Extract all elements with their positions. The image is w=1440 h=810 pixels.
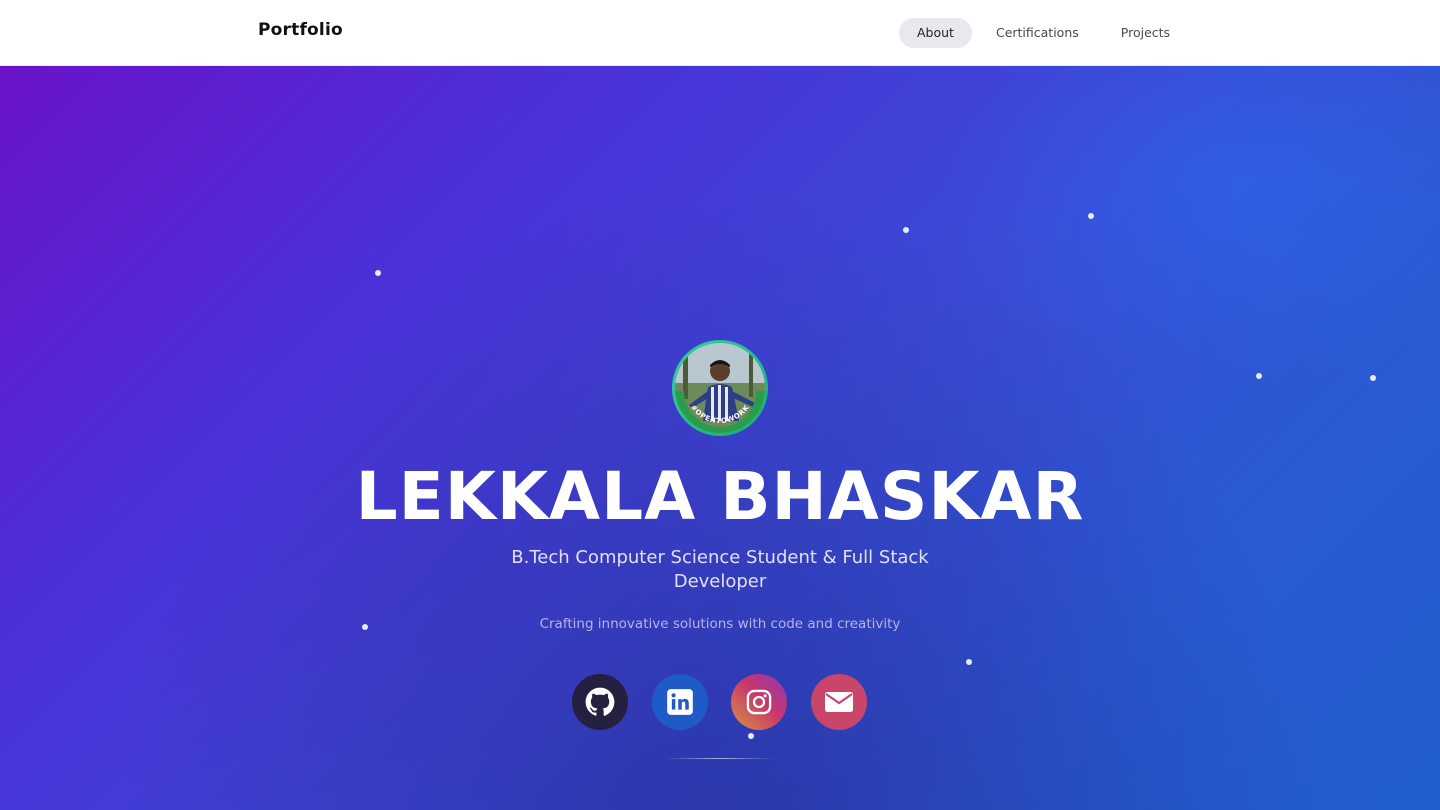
decorative-dot [903, 227, 909, 233]
decorative-dot [1256, 373, 1262, 379]
hero-name: LEKKALA BHASKAR [355, 458, 1085, 535]
decorative-dot [748, 733, 754, 739]
brand-logo[interactable]: Portfolio [258, 20, 343, 40]
linkedin-icon [667, 689, 693, 715]
nav-link-certifications[interactable]: Certifications [978, 18, 1097, 48]
instagram-link[interactable] [731, 674, 787, 730]
decorative-dot [1088, 213, 1094, 219]
hero-role: B.Tech Computer Science Student & Full S… [511, 547, 929, 592]
decorative-dot [375, 270, 381, 276]
top-navbar: Portfolio About Certifications Projects [0, 0, 1440, 66]
profile-avatar: #OPENTOWORK [672, 340, 768, 436]
decorative-dot [1370, 375, 1376, 381]
person-photo-illustration: #OPENTOWORK [675, 343, 765, 433]
nav-link-projects[interactable]: Projects [1103, 18, 1188, 48]
linkedin-link[interactable] [652, 674, 708, 730]
hero-section: #OPENTOWORK LEKKALA BHASKAR B.Tech Compu… [0, 66, 1440, 810]
github-icon [585, 687, 615, 716]
email-link[interactable] [811, 674, 867, 730]
nav-links: About Certifications Projects [899, 18, 1194, 48]
github-link[interactable] [572, 674, 628, 730]
profile-photo: #OPENTOWORK [675, 343, 765, 433]
nav-link-about[interactable]: About [899, 18, 972, 48]
instagram-icon [746, 689, 772, 715]
scroll-indicator-line [664, 758, 776, 759]
hero-glow [940, 66, 1440, 386]
mail-icon [825, 692, 853, 712]
decorative-dot [966, 659, 972, 665]
hero-tagline: Crafting innovative solutions with code … [539, 616, 901, 632]
